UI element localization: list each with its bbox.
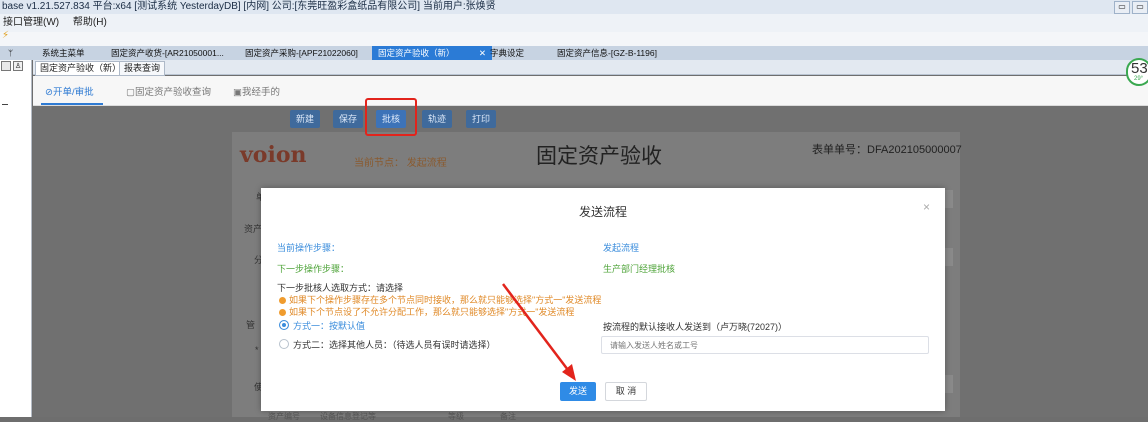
annotation-arrow-icon <box>502 283 576 381</box>
arrow-shaft <box>502 283 569 371</box>
